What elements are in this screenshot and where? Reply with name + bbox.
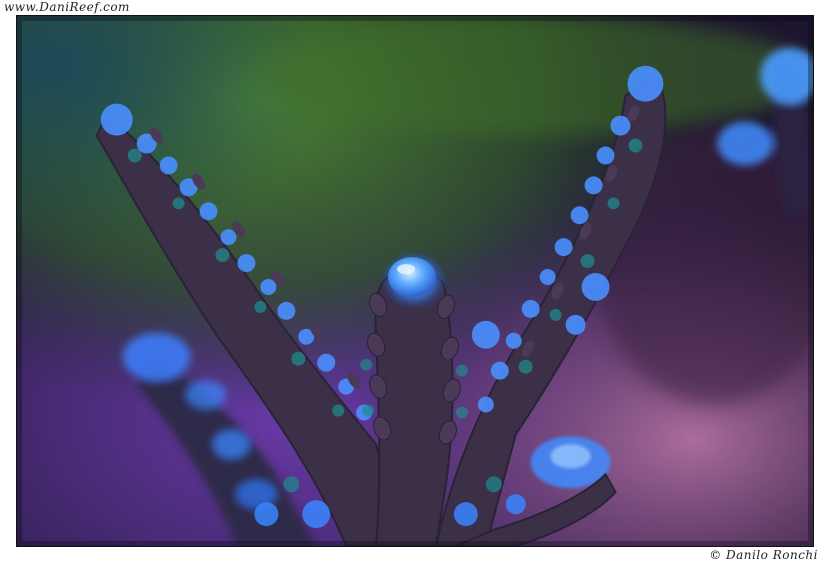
- copyright-watermark: © Danilo Ronchi: [709, 548, 818, 562]
- site-watermark: www.DaniReef.com: [4, 0, 130, 14]
- coral-photo: [16, 15, 814, 547]
- coral-photo-illustration: [17, 16, 813, 546]
